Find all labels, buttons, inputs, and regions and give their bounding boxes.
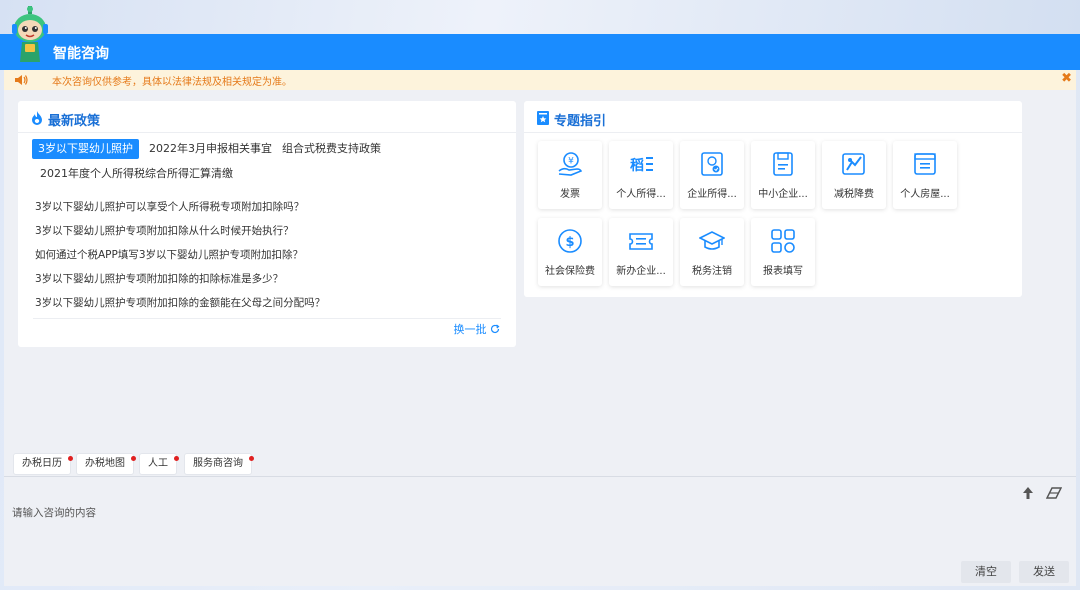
new-business-icon <box>629 233 653 250</box>
eraser-icon[interactable] <box>1046 485 1062 501</box>
chip-tax-map[interactable]: 办税地图 <box>77 454 136 474</box>
consult-input[interactable] <box>12 507 912 519</box>
bookmark-icon <box>537 111 549 125</box>
notification-dot <box>131 456 136 461</box>
question-item[interactable]: 3岁以下婴幼儿照护可以享受个人所得税专项附加扣除吗？ <box>35 199 304 214</box>
invoice-icon: ¥ <box>558 152 583 176</box>
refresh-icon <box>490 324 500 334</box>
app-header: 智能咨询 <box>0 34 1080 70</box>
tab-march-declaration[interactable]: 2022年3月申报相关事宜 <box>143 139 278 159</box>
speaker-icon <box>15 75 28 85</box>
tile-label: 发票 <box>560 189 580 200</box>
chip-label: 服务商咨询 <box>193 458 243 469</box>
social-insurance-icon: $ <box>558 229 582 253</box>
assistant-mascot-icon <box>12 6 48 62</box>
flame-icon <box>32 111 42 125</box>
chip-tax-calendar[interactable]: 办税日历 <box>14 454 73 474</box>
question-item[interactable]: 3岁以下婴幼儿照护专项附加扣除的扣除标准是多少？ <box>35 271 283 286</box>
tile-label: 个人所得... <box>616 189 666 200</box>
chip-label: 办税日历 <box>22 458 62 469</box>
notice-bar: 本次咨询仅供参考，具体以法律法规及相关规定为准。 ✖ <box>4 70 1076 90</box>
svg-text:$: $ <box>565 235 574 250</box>
tile-label: 中小企业... <box>758 189 808 200</box>
tab-annual-settlement[interactable]: 2021年度个人所得税综合所得汇算清缴 <box>34 164 239 184</box>
notification-dot <box>249 456 254 461</box>
personal-tax-icon: 稻 <box>630 157 653 174</box>
clear-button[interactable]: 清空 <box>961 561 1011 583</box>
refresh-button[interactable]: 换一批 <box>454 321 501 337</box>
tile-label: 新办企业... <box>616 266 666 277</box>
tile-label: 个人房屋... <box>900 189 950 200</box>
divider <box>33 318 501 319</box>
guide-card-title: 专题指引 <box>554 114 607 129</box>
tab-infant-care[interactable]: 3岁以下婴幼儿照护 <box>32 139 139 159</box>
notification-dot <box>174 456 179 461</box>
notice-text: 本次咨询仅供参考，具体以法律法规及相关规定为准。 <box>52 77 292 88</box>
tile-tax-cut[interactable]: 减税降费 <box>822 141 886 209</box>
close-icon[interactable]: ✖ <box>1061 71 1072 86</box>
refresh-label: 换一批 <box>453 323 487 336</box>
tile-tax-deregistration[interactable]: 税务注销 <box>680 218 744 286</box>
svg-text:稻: 稻 <box>630 157 644 174</box>
housing-icon <box>914 153 936 175</box>
tile-label: 税务注销 <box>692 266 732 277</box>
tile-social-insurance[interactable]: $ 社会保险费 <box>538 218 602 286</box>
question-item[interactable]: 3岁以下婴幼儿照护专项附加扣除的金额能在父母之间分配吗？ <box>35 295 325 310</box>
deregistration-icon <box>699 231 725 250</box>
app-title: 智能咨询 <box>53 46 109 62</box>
tile-corporate-income-tax[interactable]: 企业所得... <box>680 141 744 209</box>
latest-policy-card: 最新政策 3岁以下婴幼儿照护 2022年3月申报相关事宜 组合式税费支持政策 2… <box>18 101 516 347</box>
corporate-tax-icon <box>701 152 723 176</box>
chip-provider-consult[interactable]: 服务商咨询 <box>185 454 254 474</box>
question-item[interactable]: 如何通过个税APP填写3岁以下婴幼儿照护专项附加扣除？ <box>35 247 303 262</box>
notification-dot <box>68 456 73 461</box>
divider <box>18 132 516 133</box>
tile-report-filling[interactable]: 报表填写 <box>751 218 815 286</box>
tile-label: 社会保险费 <box>545 266 595 277</box>
question-item[interactable]: 3岁以下婴幼儿照护专项附加扣除从什么时候开始执行？ <box>35 223 294 238</box>
chip-human-agent[interactable]: 人工 <box>140 454 179 474</box>
tile-label: 报表填写 <box>763 266 803 277</box>
tile-personal-income-tax[interactable]: 稻 个人所得... <box>609 141 673 209</box>
send-button[interactable]: 发送 <box>1019 561 1069 583</box>
divider <box>524 132 1022 133</box>
tile-label: 减税降费 <box>834 189 874 200</box>
tile-invoice[interactable]: ¥ 发票 <box>538 141 602 209</box>
policy-card-title: 最新政策 <box>48 114 101 129</box>
report-icon <box>771 229 795 253</box>
tax-cut-icon <box>842 153 865 175</box>
tab-combined-tax-support[interactable]: 组合式税费支持政策 <box>276 139 387 159</box>
topic-guide-card: 专题指引 ¥ 发票 稻 个人所得... 企业所得... 中小企业... 减税降费… <box>524 101 1022 297</box>
svg-text:¥: ¥ <box>568 157 574 167</box>
chip-label: 人工 <box>148 458 168 469</box>
chip-label: 办税地图 <box>85 458 125 469</box>
tile-sme[interactable]: 中小企业... <box>751 141 815 209</box>
tile-new-business[interactable]: 新办企业... <box>609 218 673 286</box>
top-banner <box>0 0 1080 34</box>
tile-personal-housing[interactable]: 个人房屋... <box>893 141 957 209</box>
arrow-up-icon[interactable] <box>1020 485 1036 501</box>
tile-label: 企业所得... <box>687 189 737 200</box>
sme-icon <box>773 152 793 176</box>
input-area: 清空 发送 <box>4 476 1076 586</box>
